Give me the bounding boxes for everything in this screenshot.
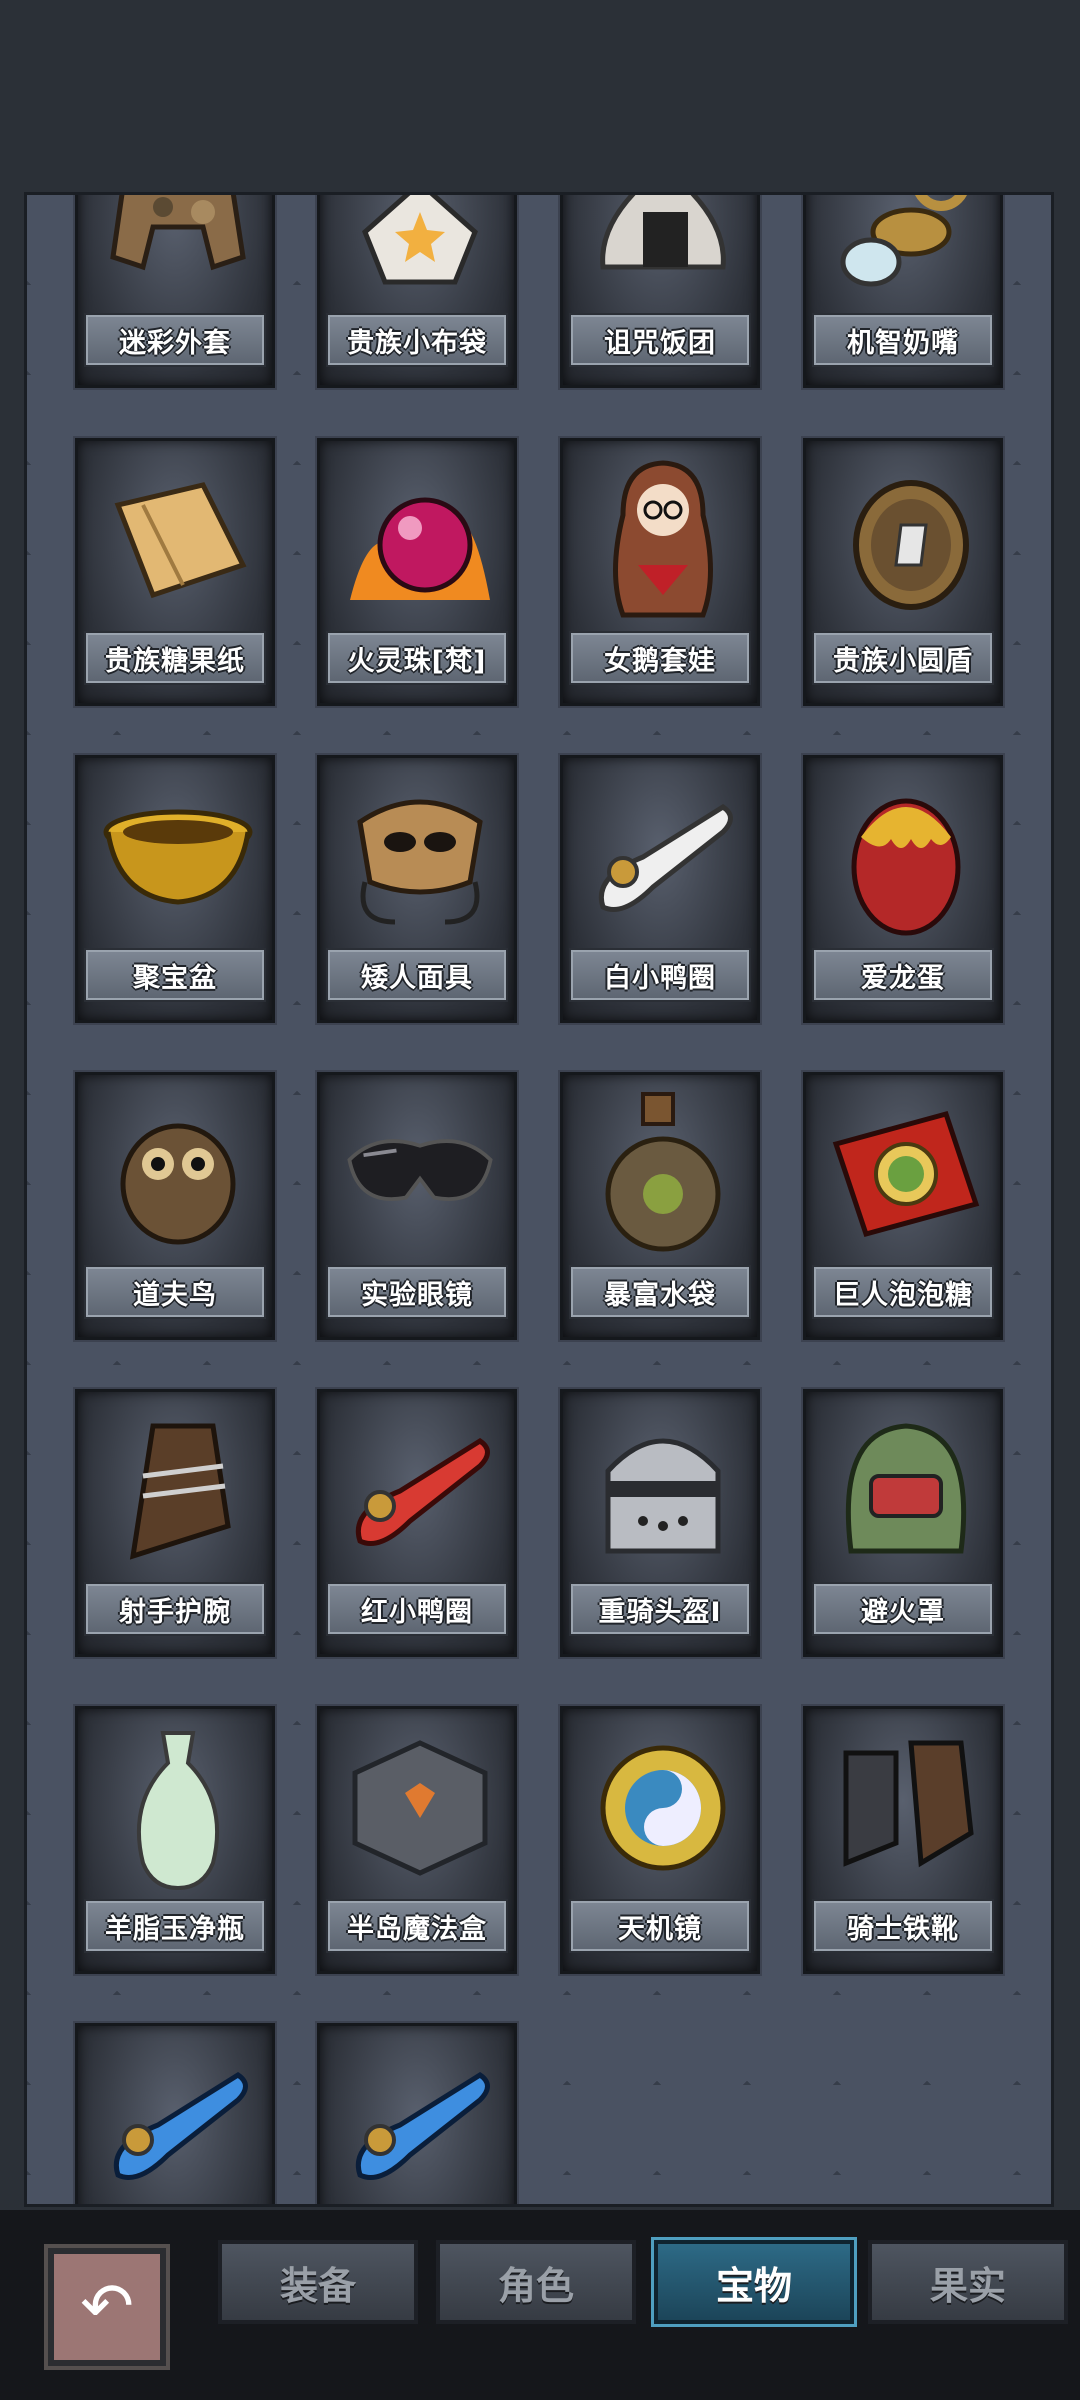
knight-helmet-icon xyxy=(583,1406,743,1576)
item-slot[interactable]: 天机镜 xyxy=(560,1706,760,1974)
tab-treasure[interactable]: 宝物 xyxy=(654,2240,854,2324)
nesting-doll-icon xyxy=(583,455,743,625)
bracer-icon xyxy=(98,1406,258,1576)
back-button[interactable]: ↶ xyxy=(48,2248,166,2366)
blue-duck-ring-icon xyxy=(98,2040,258,2204)
item-slot[interactable]: 聚宝盆 xyxy=(75,755,275,1023)
item-name-label: 火灵珠[梵] xyxy=(326,631,508,685)
item-slot[interactable]: 重骑头盔I xyxy=(560,1389,760,1657)
item-slot[interactable]: 贵族糖果纸 xyxy=(75,438,275,706)
item-slot[interactable]: 爱龙蛋 xyxy=(803,755,1003,1023)
camo-coat-icon xyxy=(98,195,258,307)
item-name-label: 白小鸭圈 xyxy=(569,948,751,1002)
goggles-icon xyxy=(340,1089,500,1259)
item-slot[interactable]: 诅咒饭团 xyxy=(560,195,760,388)
item-name-label: 道夫鸟 xyxy=(84,1265,266,1319)
item-slot[interactable]: 迷彩外套 xyxy=(75,195,275,388)
back-arrow-icon: ↶ xyxy=(80,2270,134,2344)
dragon-egg-icon xyxy=(826,772,986,942)
item-slot[interactable]: 女鹅套娃 xyxy=(560,438,760,706)
owl-bird-icon xyxy=(98,1089,258,1259)
item-slot[interactable]: 机智奶嘴 xyxy=(803,195,1003,388)
item-name-label: 巨人泡泡糖 xyxy=(812,1265,994,1319)
item-name-label: 诅咒饭团 xyxy=(569,313,751,367)
tab-fruit[interactable]: 果实 xyxy=(868,2240,1068,2324)
round-shield-icon xyxy=(826,455,986,625)
item-slot[interactable]: 避火罩 xyxy=(803,1389,1003,1657)
item-name-label: 射手护腕 xyxy=(84,1582,266,1636)
item-name-label: 重骑头盔I xyxy=(569,1582,751,1636)
item-name-label: 贵族小圆盾 xyxy=(812,631,994,685)
item-name-label: 贵族小布袋 xyxy=(326,313,508,367)
tab-character[interactable]: 角色 xyxy=(436,2240,636,2324)
tab-equipment[interactable]: 装备 xyxy=(218,2240,418,2324)
item-name-label: 暴富水袋 xyxy=(569,1265,751,1319)
item-grid-panel: 迷彩外套 贵族小布袋 诅咒饭团 机智奶嘴贵族糖果纸 火灵珠[梵] 女鹅套娃 贵族小圆盾聚宝盆… xyxy=(24,192,1054,2207)
bagua-mirror-icon xyxy=(583,1723,743,1893)
rice-ball-icon xyxy=(583,195,743,307)
item-name-label: 矮人面具 xyxy=(326,948,508,1002)
cloth-bag-icon xyxy=(340,195,500,307)
item-name-label: 红小鸭圈 xyxy=(326,1582,508,1636)
item-slot[interactable]: 矮人面具 xyxy=(317,755,517,1023)
white-duck-ring-icon xyxy=(583,772,743,942)
fire-hood-icon xyxy=(826,1406,986,1576)
fire-orb-icon xyxy=(340,455,500,625)
item-slot[interactable]: 暴富水袋 xyxy=(560,1072,760,1340)
item-slot[interactable]: 巨人泡泡糖 xyxy=(803,1072,1003,1340)
water-flask-icon xyxy=(583,1089,743,1259)
item-slot[interactable]: 实验眼镜 xyxy=(317,1072,517,1340)
item-slot[interactable]: 羊脂玉净瓶 xyxy=(75,1706,275,1974)
item-slot[interactable]: 射手护腕 xyxy=(75,1389,275,1657)
item-name-label: 避火罩 xyxy=(812,1582,994,1636)
red-duck-ring-icon xyxy=(340,1406,500,1576)
item-name-label: 实验眼镜 xyxy=(326,1265,508,1319)
item-name-label: 迷彩外套 xyxy=(84,313,266,367)
treasure-bowl-icon xyxy=(98,772,258,942)
candy-wrapper-icon xyxy=(98,455,258,625)
item-slot[interactable]: 贵族小布袋 xyxy=(317,195,517,388)
bubblegum-icon xyxy=(826,1089,986,1259)
item-name-label: 机智奶嘴 xyxy=(812,313,994,367)
item-name-label: 天机镜 xyxy=(569,1899,751,1953)
item-slot[interactable]: 红小鸭圈 xyxy=(317,1389,517,1657)
item-name-label: 贵族糖果纸 xyxy=(84,631,266,685)
jade-vase-icon xyxy=(98,1723,258,1893)
item-name-label: 羊脂玉净瓶 xyxy=(84,1899,266,1953)
item-name-label: 爱龙蛋 xyxy=(812,948,994,1002)
item-name-label: 女鹅套娃 xyxy=(569,631,751,685)
blue-duck-ring-icon xyxy=(340,2040,500,2204)
item-slot[interactable] xyxy=(317,2023,517,2204)
iron-boots-icon xyxy=(826,1723,986,1893)
item-slot[interactable] xyxy=(75,2023,275,2204)
item-slot[interactable]: 火灵珠[梵] xyxy=(317,438,517,706)
item-name-label: 半岛魔法盒 xyxy=(326,1899,508,1953)
item-slot[interactable]: 贵族小圆盾 xyxy=(803,438,1003,706)
dwarf-mask-icon xyxy=(340,772,500,942)
item-grid: 迷彩外套 贵族小布袋 诅咒饭团 机智奶嘴贵族糖果纸 火灵珠[梵] 女鹅套娃 贵族小圆盾聚宝盆… xyxy=(27,195,1051,2204)
item-slot[interactable]: 半岛魔法盒 xyxy=(317,1706,517,1974)
pacifier-icon xyxy=(826,195,986,307)
magic-cube-icon xyxy=(340,1723,500,1893)
item-slot[interactable]: 道夫鸟 xyxy=(75,1072,275,1340)
item-slot[interactable]: 骑士铁靴 xyxy=(803,1706,1003,1974)
item-name-label: 骑士铁靴 xyxy=(812,1899,994,1953)
item-slot[interactable]: 白小鸭圈 xyxy=(560,755,760,1023)
item-name-label: 聚宝盆 xyxy=(84,948,266,1002)
